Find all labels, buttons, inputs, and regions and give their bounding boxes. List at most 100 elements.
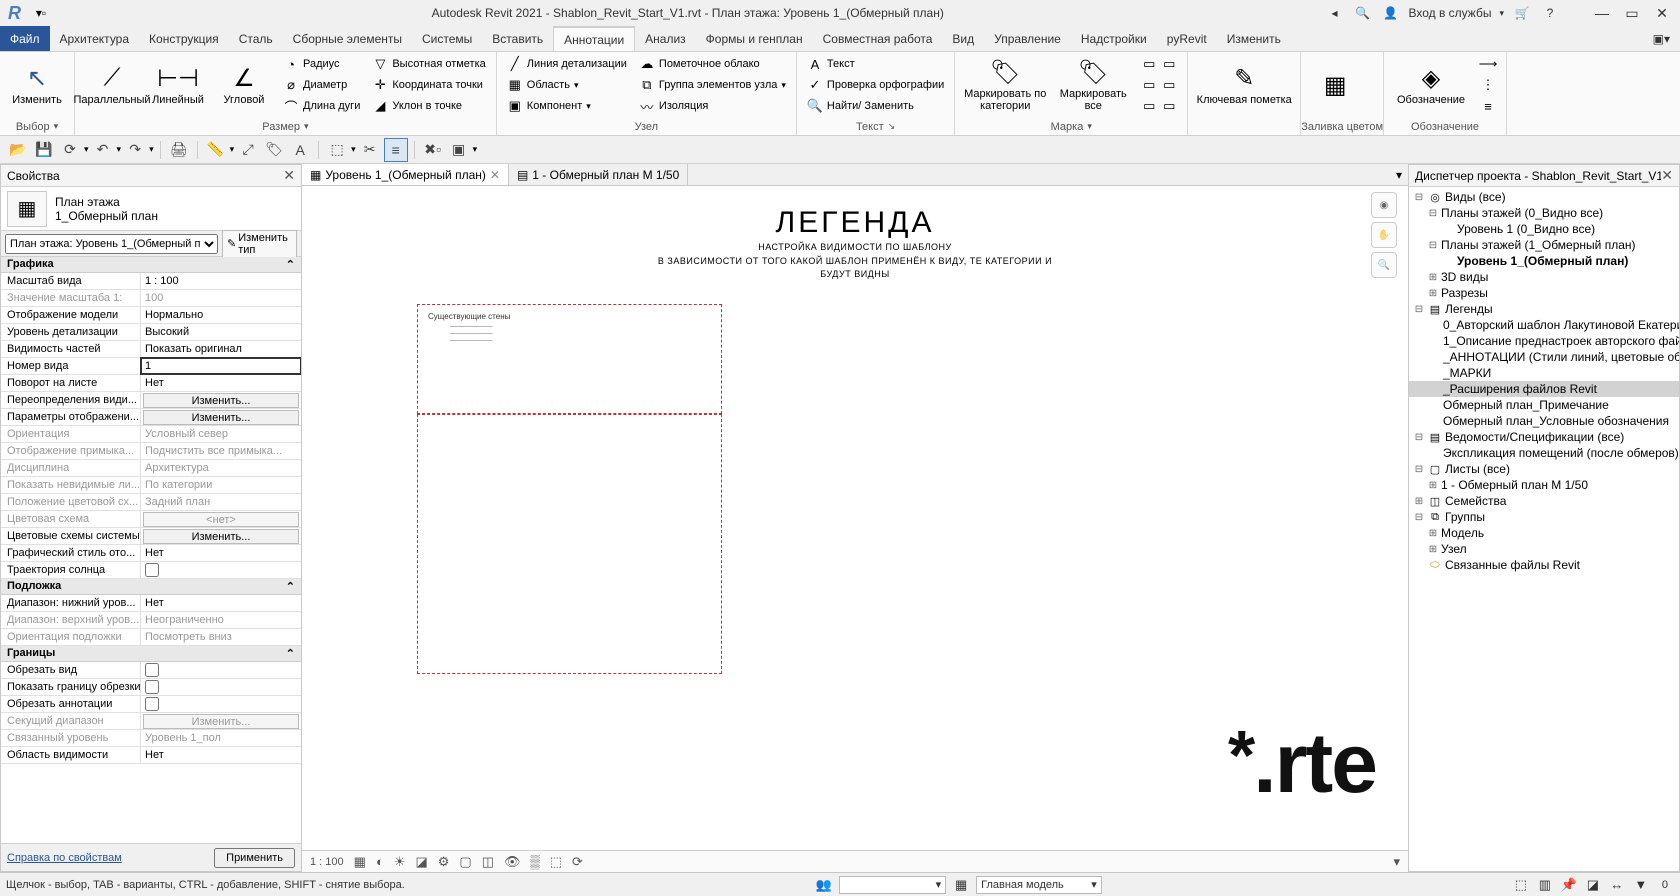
tag-opt1[interactable]: ▭▭ <box>1137 54 1181 74</box>
menu-steel[interactable]: Сталь <box>229 26 283 51</box>
drawing-canvas[interactable]: ЛЕГЕНДА НАСТРОЙКА ВИДИМОСТИ ПО ШАБЛОНУ В… <box>302 186 1408 850</box>
crop-icon[interactable]: ▢ <box>459 854 471 870</box>
group-graphics[interactable]: Графика⌃ <box>1 257 301 273</box>
menu-structure[interactable]: Конструкция <box>139 26 229 51</box>
user-icon[interactable]: 👤 <box>1380 3 1400 23</box>
type-selector[interactable]: ▦ План этажа 1_Обмерный план <box>1 187 301 231</box>
minimize-button[interactable]: — <box>1588 0 1616 26</box>
rendering-icon[interactable]: ⚙ <box>438 854 450 870</box>
tag-opt2[interactable]: ▭▭ <box>1137 75 1181 95</box>
parts-visibility-value[interactable]: Показать оригинал <box>141 341 301 357</box>
tree-schedule-0[interactable]: Экспликация помещений (после обмеров) <box>1409 445 1679 461</box>
menu-collaborate[interactable]: Совместная работа <box>813 26 943 51</box>
status-main-model[interactable]: Главная модель ▾ <box>976 876 1102 894</box>
status-select-links-icon[interactable]: ⬚ <box>1512 876 1530 894</box>
qat-open-icon[interactable]: 📂 <box>6 138 30 162</box>
qat-close-inactive-icon[interactable]: ✖▫ <box>421 138 445 162</box>
maximize-button[interactable]: ▭ <box>1618 0 1646 26</box>
crop-view-checkbox[interactable] <box>145 663 159 677</box>
menu-manage[interactable]: Управление <box>984 26 1071 51</box>
qat-3d-icon[interactable]: ⬚ <box>325 138 349 162</box>
cart-icon[interactable]: 🛒 <box>1512 3 1532 23</box>
aligned-dim-button[interactable]: ⟋Параллельный <box>81 54 143 116</box>
status-select-face-icon[interactable]: ◪ <box>1584 876 1602 894</box>
menu-analyze[interactable]: Анализ <box>635 26 696 51</box>
qat-save-icon[interactable]: 💾 <box>32 138 56 162</box>
scope-box-value[interactable]: Нет <box>141 747 301 763</box>
tag-all-button[interactable]: 🏷Маркировать все <box>1053 54 1133 116</box>
menu-options-icon[interactable]: ▣▾ <box>1643 26 1680 51</box>
tree-sheets[interactable]: ⊟▢Листы (все) <box>1409 461 1679 477</box>
instance-selector[interactable]: План этажа: Уровень 1_(Обмерный п <box>5 234 218 254</box>
apply-button[interactable]: Применить <box>214 848 295 868</box>
sun-path-toggle-icon[interactable]: ☀ <box>394 854 406 870</box>
qat-measure-icon[interactable]: 📏 <box>204 138 228 162</box>
tab-options-icon[interactable]: ▾ <box>1390 164 1408 185</box>
nav-pan-icon[interactable]: ✋ <box>1371 222 1397 248</box>
tree-schedules[interactable]: ⊟▤Ведомости/Спецификации (все) <box>1409 429 1679 445</box>
navigation-bar[interactable]: ◉ ✋ 🔍 <box>1370 192 1398 282</box>
view-tab-sheet[interactable]: ▤ 1 - Обмерный план М 1/50 <box>509 164 688 185</box>
group-extents[interactable]: Границы⌃ <box>1 646 301 662</box>
menu-file[interactable]: Файл <box>0 26 50 51</box>
view-options-icon[interactable]: ▾ <box>1393 854 1400 870</box>
reveal-icon[interactable]: ⬚ <box>550 854 562 870</box>
properties-help-link[interactable]: Справка по свойствам <box>7 852 122 864</box>
qat-redo-icon[interactable]: ↷ <box>123 138 147 162</box>
insulation-button[interactable]: 〰Изоляция <box>635 96 790 116</box>
tree-group-model[interactable]: ⊞Модель <box>1409 525 1679 541</box>
status-editable-icon[interactable]: ▦ <box>952 876 970 894</box>
region-button[interactable]: ▦Область ▾ <box>503 75 631 95</box>
tree-legend-6[interactable]: Обмерный план_Условные обозначения <box>1409 413 1679 429</box>
tree-legend-0[interactable]: 0_Авторский шаблон Лакутиновой Екатерины <box>1409 317 1679 333</box>
qat-sync-icon[interactable]: ⟳ <box>58 138 82 162</box>
find-replace-button[interactable]: 🔍Найти/ Заменить <box>803 96 948 116</box>
menu-pyrevit[interactable]: pyRevit <box>1157 26 1217 51</box>
unhide-icon[interactable]: 👁 <box>504 854 521 870</box>
tree-group-detail[interactable]: ⊞Узел <box>1409 541 1679 557</box>
spot-slope-button[interactable]: ◢Уклон в точке <box>368 96 489 116</box>
tree-groups[interactable]: ⊟⧉Группы <box>1409 509 1679 525</box>
menu-view[interactable]: Вид <box>942 26 984 51</box>
crop-show-icon[interactable]: ◫ <box>482 854 494 870</box>
close-tab-icon[interactable]: ✕ <box>490 168 500 182</box>
status-filter-icon[interactable]: ▼ <box>1632 876 1650 894</box>
detail-level-value[interactable]: Высокий <box>141 324 301 340</box>
status-drag-icon[interactable]: ↔ <box>1608 876 1626 894</box>
status-workshare-icon[interactable]: 👥 <box>815 876 833 894</box>
menu-annotate[interactable]: Аннотации <box>553 26 635 51</box>
visibility-override-button[interactable]: Изменить... <box>143 393 299 408</box>
detail-line-button[interactable]: ╱Линия детализации <box>503 54 631 74</box>
spot-coordinate-button[interactable]: ✛Координата точки <box>368 75 489 95</box>
nav-zoom-icon[interactable]: 🔍 <box>1371 252 1397 278</box>
edit-type-button[interactable]: ✎Изменить тип <box>222 230 297 258</box>
revision-cloud-button[interactable]: ☁Пометочное облако <box>635 54 790 74</box>
component-button[interactable]: ▣Компонент ▾ <box>503 96 631 116</box>
tree-legend-2[interactable]: _АННОТАЦИИ (Стили линий, цветовые област… <box>1409 349 1679 365</box>
qat-thinlines-icon[interactable]: ≡ <box>384 138 408 162</box>
status-workset[interactable]: ▾ <box>839 876 946 894</box>
qat-text-icon[interactable]: A <box>288 138 312 162</box>
tree-legend-3[interactable]: _МАРКИ <box>1409 365 1679 381</box>
qat-undo-icon[interactable]: ↶ <box>91 138 115 162</box>
view-scale-value[interactable]: 1 : 100 <box>141 273 301 289</box>
qat-tag-icon[interactable]: 🏷 <box>262 138 286 162</box>
display-model-value[interactable]: Нормально <box>141 307 301 323</box>
tree-legend-5[interactable]: Обмерный план_Примечание <box>1409 397 1679 413</box>
status-select-pinned-icon[interactable]: 📌 <box>1560 876 1578 894</box>
tree-level1-1[interactable]: Уровень 1_(Обмерный план) <box>1409 253 1679 269</box>
sun-path-checkbox[interactable] <box>145 563 159 577</box>
linear-dim-button[interactable]: ⊢⊣Линейный <box>147 54 209 116</box>
sym-opt2[interactable]: ⋮ <box>1476 75 1500 95</box>
graphic-options-button[interactable]: Изменить... <box>143 410 299 425</box>
modify-button[interactable]: ↖ Изменить <box>6 54 68 116</box>
temp-hide-icon[interactable]: ▒ <box>531 854 540 869</box>
nav-wheel-icon[interactable]: ◉ <box>1371 192 1397 218</box>
sym-opt3[interactable]: ≡ <box>1476 96 1500 116</box>
menu-systems[interactable]: Системы <box>412 26 482 51</box>
tree-legend-4[interactable]: _Расширения файлов Revit <box>1409 381 1679 397</box>
view-tab-active[interactable]: ▦ Уровень 1_(Обмерный план) ✕ <box>302 164 509 185</box>
spellcheck-button[interactable]: ✓Проверка орфографии <box>803 75 948 95</box>
scale-display[interactable]: 1 : 100 <box>310 856 344 868</box>
symbol-button[interactable]: ◈Обозначение <box>1390 54 1472 116</box>
